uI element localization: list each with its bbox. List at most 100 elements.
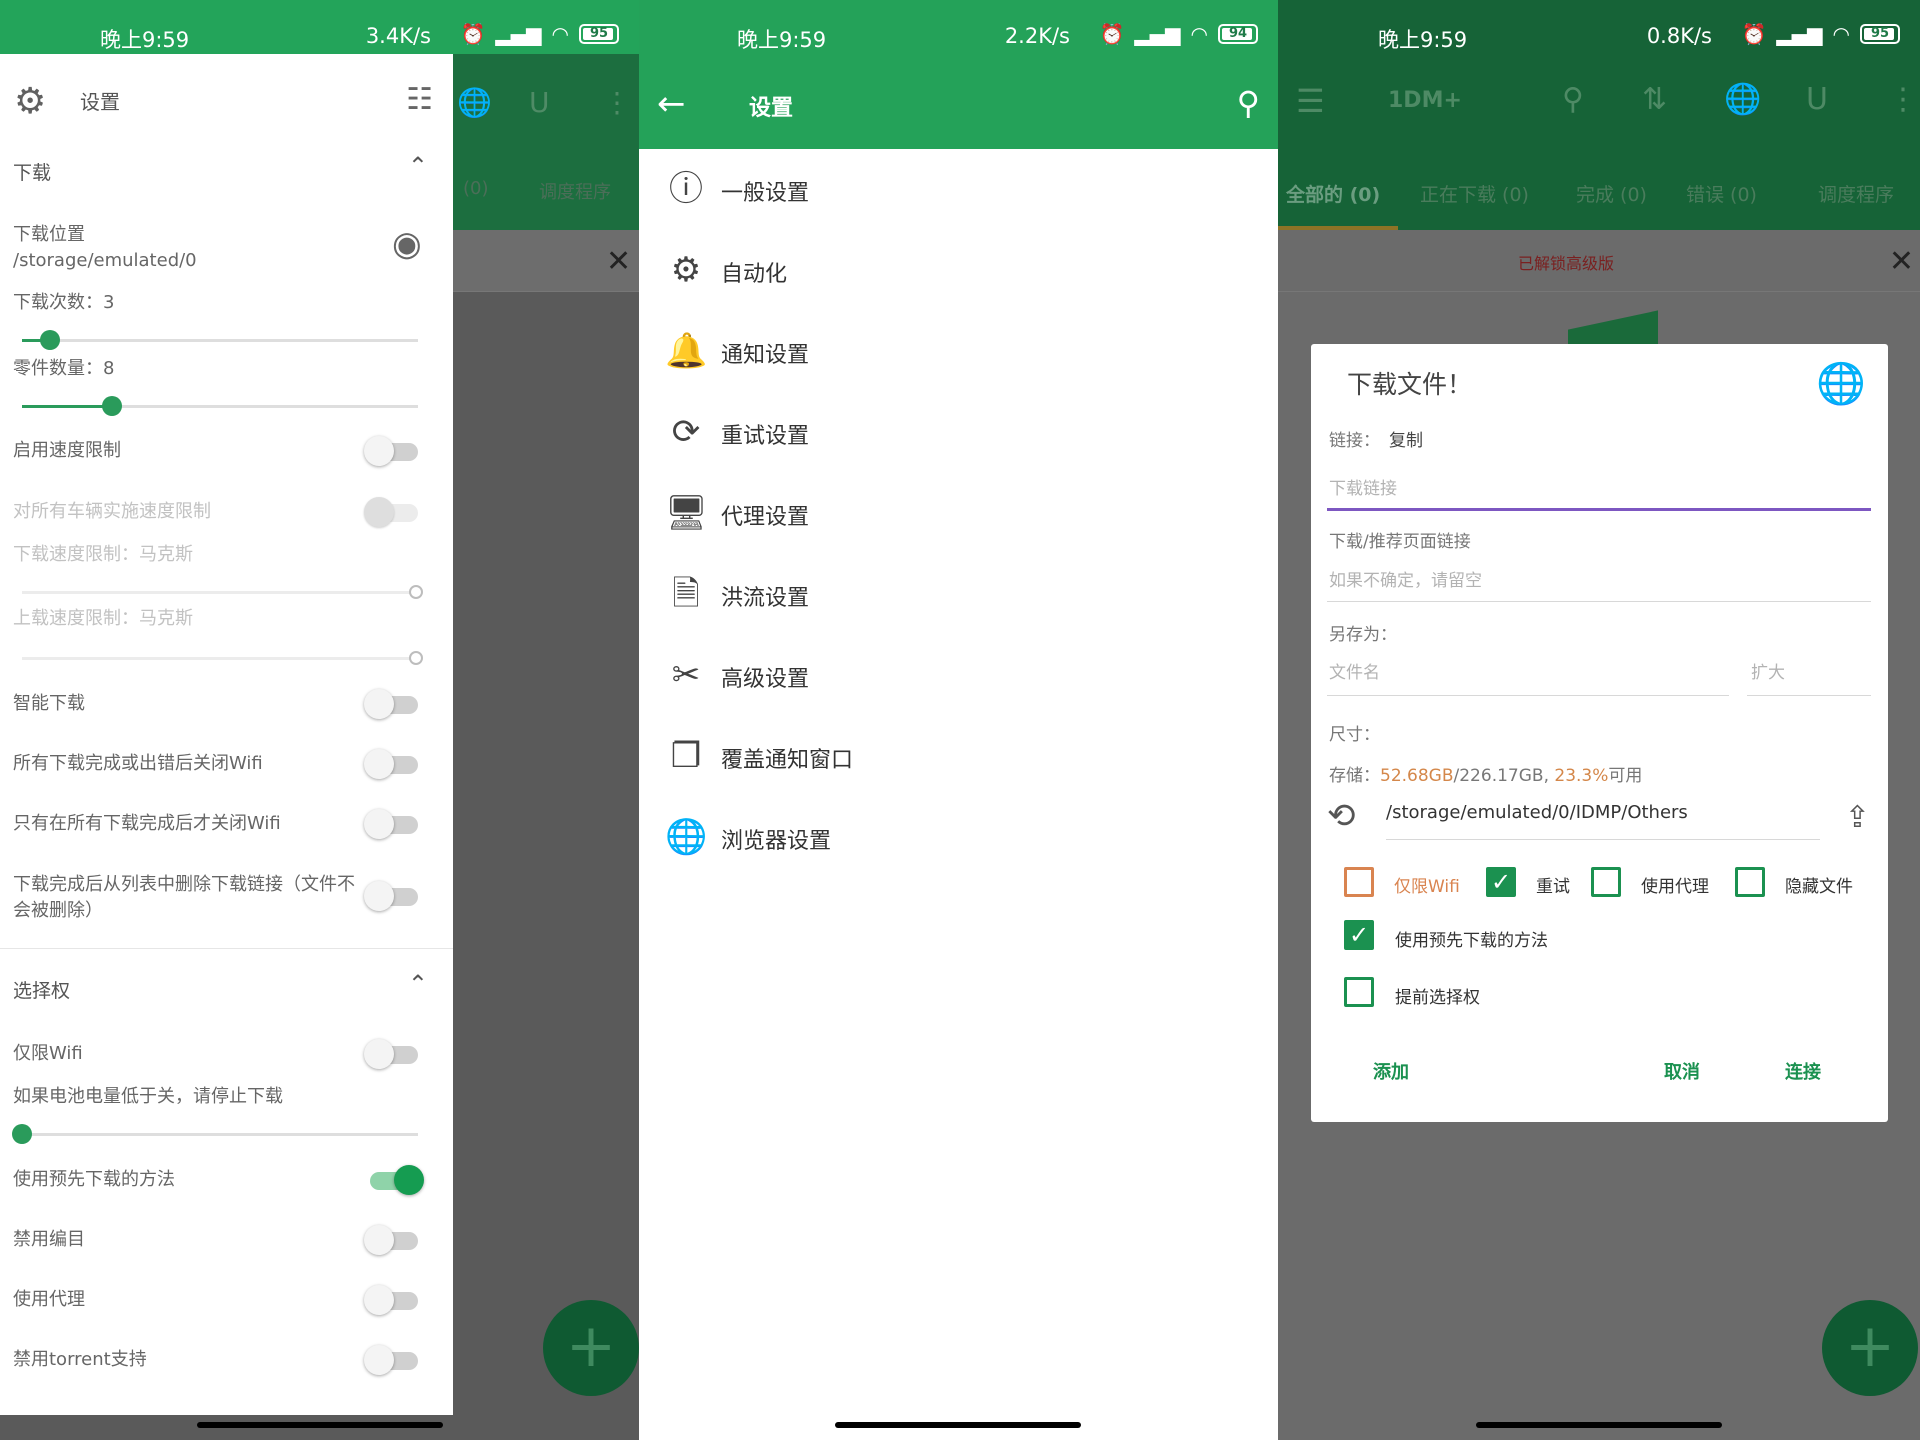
- more-icon[interactable]: ⋮: [1888, 82, 1918, 117]
- copy-button[interactable]: 复制: [1389, 426, 1423, 451]
- close-wifi-done-or-error-switch[interactable]: [364, 748, 418, 779]
- add-download-fab[interactable]: +: [1822, 1300, 1918, 1396]
- download-link-input[interactable]: 下载链接: [1329, 474, 1397, 499]
- browser-globe-icon[interactable]: 🌐: [1816, 360, 1866, 407]
- referer-label: 下载/推荐页面链接: [1329, 532, 1471, 552]
- menu-item-automation[interactable]: ⚙ 自动化: [639, 231, 1278, 311]
- wifi-only-checkbox[interactable]: [1344, 867, 1374, 897]
- settings-drawer-screen: 晚上9:59 3.4K/s ⏰ ▂▄▆ ◠ 95 🌐 U ⋮ (0) 调度程序 …: [0, 0, 639, 1440]
- use-proxy-label: 使用代理: [1641, 877, 1709, 897]
- banner-divider: [1278, 291, 1920, 292]
- tab-scheduler[interactable]: 调度程序: [1818, 180, 1894, 207]
- torrent-file-icon: 🗎: [672, 574, 700, 614]
- use-proxy-checkbox[interactable]: [1591, 867, 1621, 897]
- download-location-path: /storage/emulated/0: [13, 250, 197, 271]
- magnet-icon[interactable]: U: [1806, 82, 1828, 117]
- menu-item-torrent[interactable]: 🗎 洪流设置: [639, 555, 1278, 635]
- chevron-up-icon[interactable]: ⌃: [408, 970, 428, 998]
- advance-options-checkbox[interactable]: [1344, 977, 1374, 1007]
- speed-limit-label: 启用速度限制: [13, 440, 121, 461]
- referer-input[interactable]: 如果不确定，请留空: [1329, 566, 1482, 591]
- wifi-icon: ◠: [1190, 22, 1208, 46]
- menu-item-overlay[interactable]: ❐ 覆盖通知窗口: [639, 717, 1278, 797]
- status-time: 晚上9:59: [1378, 28, 1468, 52]
- menu-item-advanced[interactable]: ✂ 高级设置: [639, 636, 1278, 716]
- home-indicator[interactable]: [1476, 1422, 1722, 1428]
- close-wifi-all-done-label: 只有在所有下载完成后才关闭Wifi: [13, 813, 281, 834]
- hamburger-menu-icon[interactable]: ☰: [1296, 82, 1325, 120]
- use-proxy-label: 使用代理: [13, 1289, 85, 1310]
- background-tab: (0): [463, 178, 489, 199]
- status-time: 晚上9:59: [100, 28, 190, 52]
- filename-input[interactable]: 文件名: [1329, 658, 1380, 683]
- battery-stop-label: 如果电池电量低于关，请停止下载: [13, 1086, 283, 1107]
- status-net-speed: 2.2K/s: [1004, 24, 1070, 48]
- connect-button[interactable]: 连接: [1785, 1058, 1821, 1084]
- tab-downloading[interactable]: 正在下载 (0): [1420, 180, 1529, 207]
- section-options-title: 选择权: [13, 980, 71, 1002]
- download-file-dialog: 下载文件！ 🌐 链接： 复制 下载链接 下载/推荐页面链接 如果不确定，请留空 …: [1311, 344, 1888, 1122]
- eye-icon[interactable]: ◉: [392, 224, 422, 264]
- back-arrow-icon[interactable]: ←: [657, 84, 686, 124]
- sort-icon[interactable]: ⇅: [1642, 82, 1667, 117]
- advance-options-label: 提前选择权: [1395, 988, 1480, 1008]
- wifi-only-label: 仅限Wifi: [13, 1043, 83, 1064]
- remove-link-label: 下载完成后从列表中删除下载链接（文件不会被删除）: [13, 874, 355, 921]
- menu-item-browser[interactable]: 🌐 浏览器设置: [639, 798, 1278, 878]
- smart-download-label: 智能下载: [13, 693, 85, 714]
- info-icon: ⓘ: [669, 169, 703, 209]
- add-download-fab: +: [543, 1300, 639, 1396]
- download-speed-limit-slider[interactable]: [22, 585, 423, 599]
- hide-file-checkbox[interactable]: [1735, 867, 1765, 897]
- drawer-title: 设置: [80, 90, 120, 114]
- retry-checkbox[interactable]: ✓: [1486, 867, 1516, 897]
- speed-limit-all-switch[interactable]: [364, 496, 418, 527]
- battery-stop-slider[interactable]: [12, 1124, 418, 1144]
- speed-limit-all-label: 对所有车辆实施速度限制: [13, 501, 211, 522]
- folder-upload-icon[interactable]: ⇪: [1845, 800, 1870, 835]
- retry-icon: ⟳: [671, 412, 701, 452]
- download-times-slider[interactable]: [22, 330, 418, 350]
- bell-icon: 🔔: [665, 331, 708, 371]
- remove-link-switch[interactable]: [364, 880, 418, 911]
- signal-icon: ▂▄▆: [1134, 22, 1181, 46]
- battery-icon: 94: [1218, 24, 1258, 44]
- wifi-only-switch[interactable]: [364, 1038, 418, 1069]
- use-proxy-switch[interactable]: [364, 1284, 418, 1315]
- wifi-icon: ◠: [551, 22, 569, 46]
- menu-item-proxy[interactable]: 🖥 代理设置: [639, 474, 1278, 554]
- menu-item-notification[interactable]: 🔔 通知设置: [639, 312, 1278, 392]
- tab-all[interactable]: 全部的 (0): [1286, 180, 1380, 207]
- page-title: 设置: [749, 96, 794, 121]
- menu-item-retry[interactable]: ⟳ 重试设置: [639, 393, 1278, 473]
- search-icon[interactable]: ⚲: [1562, 82, 1584, 117]
- save-path[interactable]: /storage/emulated/0/IDMP/Others: [1386, 802, 1688, 823]
- home-indicator[interactable]: [197, 1422, 443, 1428]
- predownload-checkbox[interactable]: ✓: [1344, 920, 1374, 950]
- close-icon: ✕: [606, 244, 632, 279]
- more-icon: ⋮: [603, 86, 631, 119]
- menu-item-general[interactable]: ⓘ 一般设置: [639, 150, 1278, 230]
- extension-input[interactable]: 扩大: [1751, 658, 1785, 683]
- tools-icon: ✂: [671, 655, 701, 695]
- speed-limit-switch[interactable]: [364, 435, 418, 466]
- tab-complete[interactable]: 完成 (0): [1576, 180, 1647, 207]
- upload-speed-limit-slider[interactable]: [22, 651, 423, 665]
- close-wifi-all-done-switch[interactable]: [364, 808, 418, 839]
- globe-icon[interactable]: 🌐: [1724, 82, 1761, 117]
- home-indicator[interactable]: [835, 1422, 1081, 1428]
- use-predownload-switch[interactable]: [364, 1164, 424, 1195]
- smart-download-switch[interactable]: [364, 688, 418, 719]
- chevron-up-icon[interactable]: ⌃: [408, 152, 428, 180]
- add-button[interactable]: 添加: [1373, 1058, 1409, 1084]
- tab-error[interactable]: 错误 (0): [1686, 180, 1757, 207]
- cancel-button[interactable]: 取消: [1664, 1058, 1700, 1084]
- search-icon[interactable]: ⚲: [1237, 84, 1260, 122]
- history-icon[interactable]: ⟲: [1327, 796, 1356, 836]
- close-icon[interactable]: ✕: [1889, 244, 1914, 279]
- settings-list-icon[interactable]: ☷: [406, 82, 433, 117]
- disable-catalog-switch[interactable]: [364, 1224, 418, 1255]
- parts-slider[interactable]: [22, 396, 418, 416]
- menu-item-label: 覆盖通知窗口: [721, 748, 854, 773]
- disable-torrent-switch[interactable]: [364, 1344, 418, 1375]
